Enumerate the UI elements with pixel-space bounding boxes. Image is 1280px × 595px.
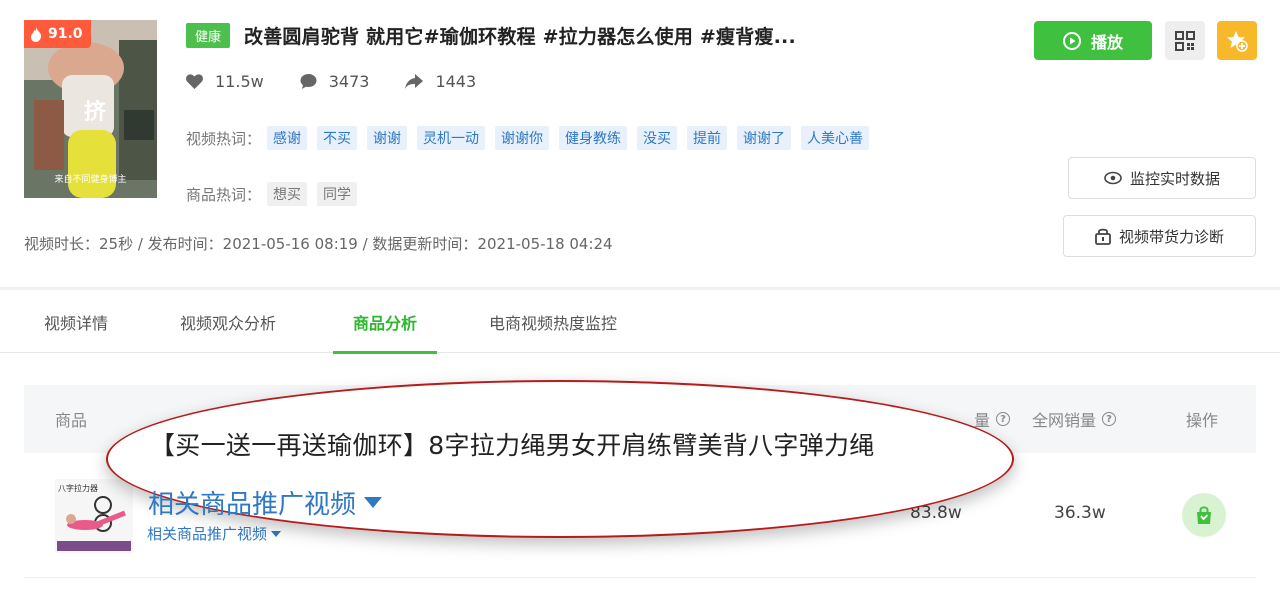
tab-bar: 视频详情 视频观众分析 商品分析 电商视频热度监控 [0, 290, 1280, 354]
monitor-realtime-button[interactable]: 监控实时数据 [1068, 157, 1256, 199]
col-total-sales-label: 全网销量 [1032, 411, 1097, 430]
star-add-icon [1227, 30, 1248, 52]
product-image[interactable]: 八字拉力器 [55, 479, 133, 553]
related-videos-label: 相关商品推广视频 [147, 525, 268, 543]
video-meta-info: 视频时长：25秒 / 发布时间：2021-05-16 08:19 / 数据更新时… [24, 235, 613, 253]
favorite-button[interactable] [1217, 21, 1257, 60]
col-actions: 操作 [1186, 411, 1219, 430]
hot-word-chip[interactable]: 谢谢 [367, 126, 408, 150]
product-word-chip[interactable]: 想买 [267, 182, 308, 206]
tab-heat-monitor[interactable]: 电商视频热度监控 [469, 290, 637, 353]
hot-word-chip[interactable]: 健身教练 [559, 126, 628, 150]
product-image-label: 八字拉力器 [58, 483, 98, 493]
hot-word-chip[interactable]: 感谢 [267, 126, 308, 150]
hot-score-badge: 91.0 [24, 20, 91, 48]
lock-bag-icon [1095, 228, 1111, 245]
likes-count: 11.5w [215, 72, 264, 91]
video-hot-words: 视频热词： 感谢 不买 谢谢 灵机一动 谢谢你 健身教练 没买 提前 谢谢了 人… [186, 126, 879, 150]
thumbnail-overlay-text: 挤 [84, 100, 107, 125]
related-videos-link-magnified[interactable]: 相关商品推广视频 [148, 484, 383, 521]
tab-video-details[interactable]: 视频详情 [24, 290, 128, 353]
hot-word-chip[interactable]: 不买 [317, 126, 358, 150]
caret-down-icon [271, 530, 282, 537]
product-hot-words: 商品热词： 想买 同学 [186, 182, 367, 206]
total-sales-value: 36.3w [1054, 503, 1106, 523]
hot-word-chip[interactable]: 人美心善 [801, 126, 870, 150]
hot-word-chip[interactable]: 没买 [637, 126, 678, 150]
title-row: 健康 改善圆肩驼背 就用它#瑜伽环教程 #拉力器怎么使用 #瘦背瘦... [186, 22, 796, 49]
category-tag[interactable]: 健康 [186, 23, 231, 48]
hot-word-chip[interactable]: 谢谢了 [737, 126, 792, 150]
video-stats: 11.5w 3473 1443 [186, 72, 512, 91]
tab-audience-analysis[interactable]: 视频观众分析 [160, 290, 296, 353]
product-words-label: 商品热词： [186, 185, 262, 204]
shopping-bag-icon [1197, 506, 1211, 524]
share-icon [405, 74, 424, 89]
flame-icon [31, 26, 42, 42]
help-icon[interactable]: ? [996, 412, 1011, 426]
eye-icon [1104, 171, 1122, 185]
col-product: 商品 [55, 411, 88, 430]
hot-words-label: 视频热词： [186, 129, 262, 148]
hot-word-chip[interactable]: 提前 [687, 126, 728, 150]
thumbnail-caption: 来自不同健身博主 [54, 175, 127, 185]
related-videos-label-magnified: 相关商品推广视频 [148, 490, 357, 520]
video-title[interactable]: 改善圆肩驼背 就用它#瑜伽环教程 #拉力器怎么使用 #瘦背瘦... [244, 22, 796, 49]
play-circle-icon [1062, 31, 1081, 50]
comments-count: 3473 [328, 72, 370, 91]
product-word-chip[interactable]: 同学 [317, 182, 358, 206]
help-icon[interactable]: ? [1102, 412, 1117, 426]
monitor-label: 监控实时数据 [1129, 169, 1220, 188]
tab-product-analysis[interactable]: 商品分析 [333, 290, 438, 354]
qr-code-button[interactable] [1165, 21, 1205, 60]
comments-stat: 3473 [300, 72, 370, 91]
col-total-sales: 全网销量 ? [1032, 385, 1117, 453]
related-videos-link[interactable]: 相关商品推广视频 [147, 523, 282, 544]
hot-word-chip[interactable]: 灵机一动 [417, 126, 486, 150]
shares-count: 1443 [435, 72, 477, 91]
comment-icon [300, 74, 317, 89]
shares-stat: 1443 [405, 72, 476, 91]
qr-code-icon [1175, 30, 1195, 51]
play-button[interactable]: 播放 [1034, 21, 1152, 60]
play-label: 播放 [1090, 32, 1123, 52]
shop-bag-button[interactable] [1182, 493, 1226, 537]
hot-word-chip[interactable]: 谢谢你 [495, 126, 550, 150]
likes-stat: 11.5w [186, 72, 264, 91]
hot-score-value: 91.0 [48, 26, 83, 42]
diagnose-label: 视频带货力诊断 [1118, 227, 1224, 246]
caret-down-icon [364, 497, 383, 508]
heart-icon [186, 74, 203, 89]
diagnose-button[interactable]: 视频带货力诊断 [1063, 215, 1256, 257]
product-title-magnified[interactable]: 【买一送一再送瑜伽环】8字拉力绳男女开肩练臂美背八字弹力绳 [150, 426, 875, 462]
